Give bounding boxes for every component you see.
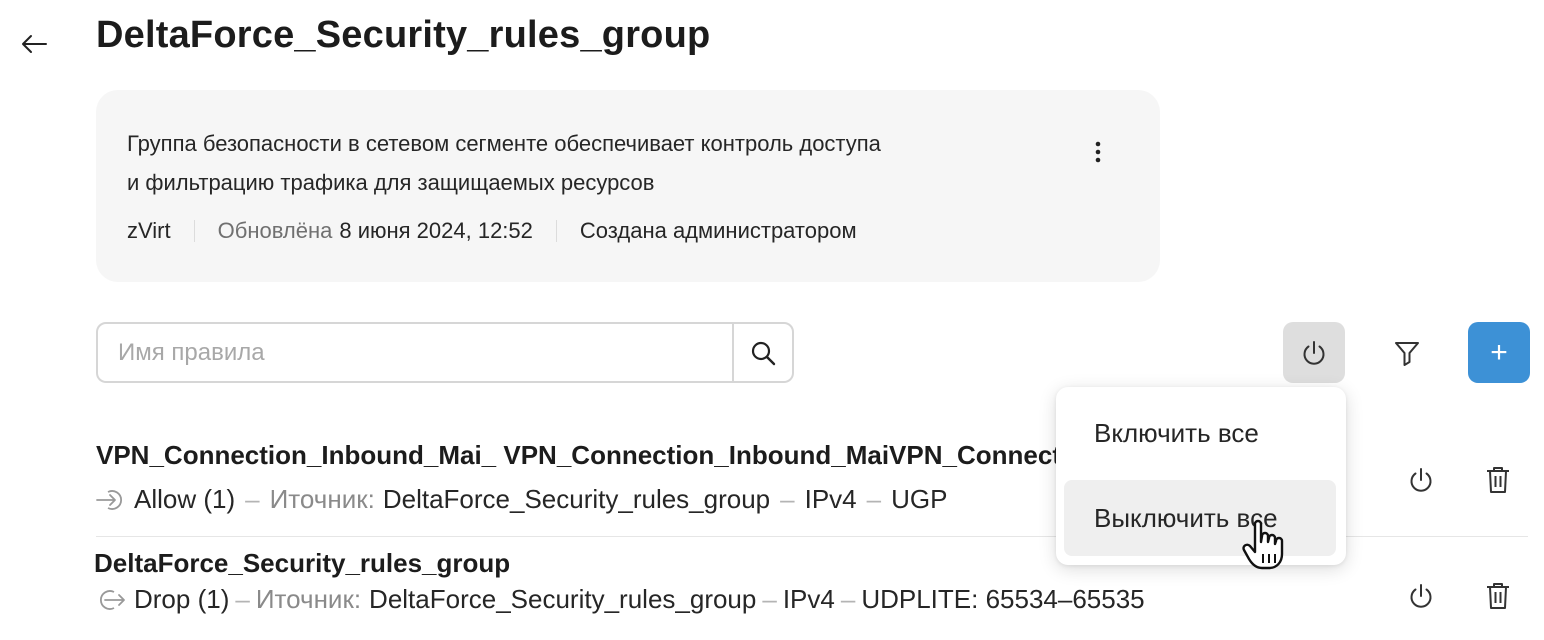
more-vertical-icon — [1095, 141, 1101, 163]
rule-action: Drop (1) — [134, 584, 230, 614]
info-card: Группа безопасности в сетевом сегменте о… — [96, 90, 1160, 282]
rule-action: Allow (1) — [134, 484, 236, 514]
rule-ip-version: IPv4 — [804, 484, 857, 514]
rule-delete-button[interactable] — [1478, 460, 1518, 500]
source-label: Иточник: — [269, 484, 375, 514]
power-icon — [1410, 584, 1432, 608]
rule-power-button[interactable] — [1401, 460, 1441, 500]
updated-value: 8 июня 2024, 12:52 — [339, 218, 533, 243]
created-by: Создана администратором — [579, 218, 857, 243]
rule-details: Drop (1) – Иточник: DeltaForce_Security_… — [96, 584, 1145, 615]
description-line: и фильтрацию трафика для защищаемых ресу… — [127, 170, 655, 195]
add-rule-button[interactable]: + — [1468, 322, 1530, 383]
bulk-power-menu: Включить все Выключить все — [1056, 387, 1346, 565]
filter-button[interactable] — [1376, 322, 1438, 383]
power-icon — [1410, 468, 1432, 492]
enable-all-item[interactable]: Включить все — [1064, 395, 1336, 471]
bulk-power-button[interactable] — [1283, 322, 1345, 383]
rule-details: Allow (1) – Иточник: DeltaForce_Security… — [96, 484, 947, 515]
meta-divider — [193, 220, 195, 242]
separator: – — [235, 584, 250, 614]
page-root: DeltaForce_Security_rules_group Группа б… — [0, 0, 1544, 640]
group-meta: zVirt Обновлёна 8 июня 2024, 12:52 Созда… — [127, 218, 857, 244]
trash-icon — [1487, 583, 1509, 609]
rule-name[interactable]: VPN_Connection_Inbound_Mai_ VPN_Connecti… — [96, 440, 1062, 471]
separator: – — [866, 484, 882, 514]
filter-icon — [1395, 341, 1419, 366]
rule-power-button[interactable] — [1401, 576, 1441, 616]
rule-ip-version: IPv4 — [782, 584, 835, 614]
platform-label: zVirt — [127, 218, 171, 243]
card-menu-button[interactable] — [1082, 136, 1114, 168]
disable-all-item[interactable]: Выключить все — [1064, 480, 1336, 556]
rule-name[interactable]: DeltaForce_Security_rules_group — [94, 548, 510, 579]
page-title: DeltaForce_Security_rules_group — [96, 14, 711, 56]
source-label: Иточник: — [255, 584, 362, 614]
rule-delete-button[interactable] — [1478, 576, 1518, 616]
updated-label: Обновлёна — [217, 218, 333, 243]
search-icon — [751, 341, 776, 365]
rule-source: DeltaForce_Security_rules_group — [369, 584, 757, 614]
rule-protocol: UGP — [891, 484, 948, 514]
inbound-arrow-icon — [96, 487, 126, 513]
rule-protocol: UDPLITE: 65534–65535 — [861, 584, 1145, 614]
meta-divider — [555, 220, 557, 242]
trash-icon — [1487, 467, 1509, 493]
outbound-arrow-icon — [96, 587, 126, 613]
back-button[interactable] — [16, 26, 52, 62]
rule-source: DeltaForce_Security_rules_group — [382, 484, 771, 514]
search-box — [96, 322, 794, 383]
separator: – — [245, 484, 260, 514]
power-icon — [1303, 340, 1325, 365]
search-input[interactable] — [98, 324, 732, 381]
description-line: Группа безопасности в сетевом сегменте о… — [127, 131, 881, 156]
separator: – — [840, 584, 856, 614]
arrow-left-icon — [22, 35, 47, 53]
search-button[interactable] — [732, 324, 792, 381]
separator: – — [780, 484, 795, 514]
group-description: Группа безопасности в сетевом сегменте о… — [127, 124, 1027, 202]
separator: – — [762, 584, 777, 614]
